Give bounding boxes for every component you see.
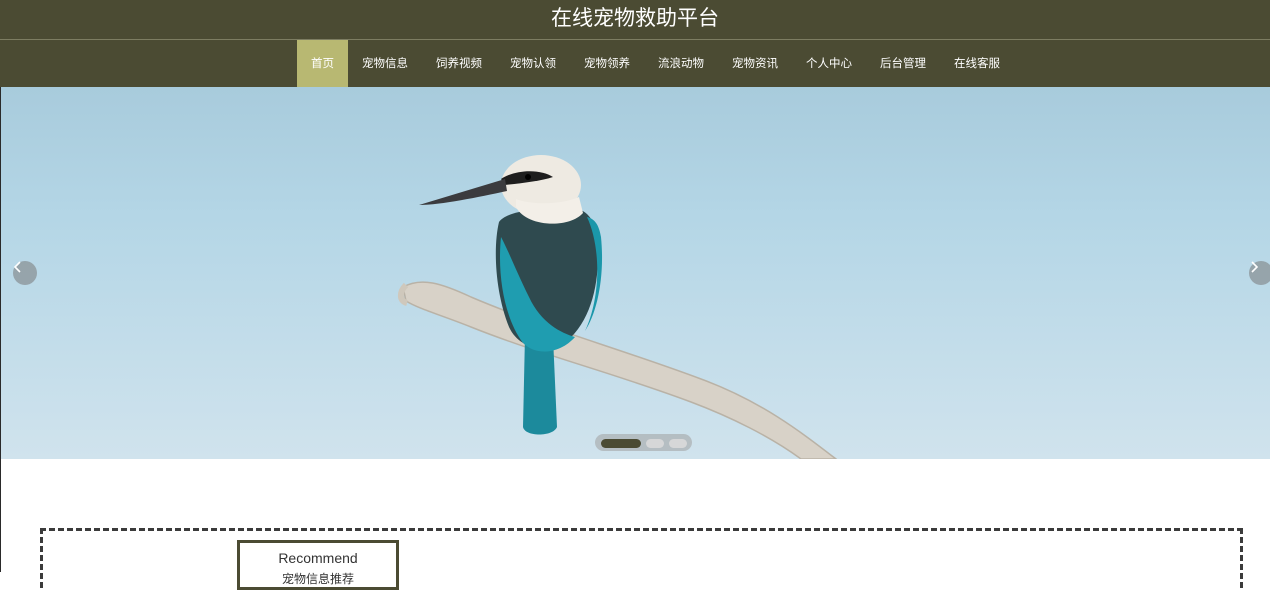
nav-item-feeding-videos[interactable]: 饲养视频 <box>422 40 496 87</box>
chevron-right-icon <box>1251 261 1259 273</box>
nav-item-home[interactable]: 首页 <box>297 40 348 87</box>
carousel-prev-button[interactable] <box>13 261 37 285</box>
bird-beak-shape <box>419 179 507 205</box>
nav-item-admin[interactable]: 后台管理 <box>866 40 940 87</box>
site-header: 在线宠物救助平台 首页 宠物信息 饲养视频 宠物认领 宠物领养 流浪动物 宠物资… <box>0 0 1270 87</box>
recommend-section-frame <box>40 528 1243 588</box>
nav-item-stray-animals[interactable]: 流浪动物 <box>644 40 718 87</box>
main-nav: 首页 宠物信息 饲养视频 宠物认领 宠物领养 流浪动物 宠物资讯 个人中心 后台… <box>297 40 1014 87</box>
chevron-left-icon <box>13 261 21 273</box>
bird-eye-shape <box>525 174 531 180</box>
kingfisher-image <box>397 155 838 459</box>
carousel-indicators <box>595 434 692 451</box>
branch-shape <box>402 281 838 459</box>
carousel-dot-1[interactable] <box>601 439 641 448</box>
carousel-dot-3[interactable] <box>669 439 687 448</box>
recommend-title-en: Recommend <box>278 550 358 566</box>
site-title: 在线宠物救助平台 <box>551 6 719 30</box>
nav-item-pet-claim[interactable]: 宠物认领 <box>496 40 570 87</box>
recommend-section-title: Recommend 宠物信息推荐 <box>237 540 399 590</box>
nav-item-pet-news[interactable]: 宠物资讯 <box>718 40 792 87</box>
nav-item-pet-adoption[interactable]: 宠物领养 <box>570 40 644 87</box>
nav-item-online-service[interactable]: 在线客服 <box>940 40 1014 87</box>
nav-item-personal-center[interactable]: 个人中心 <box>792 40 866 87</box>
nav-item-pet-info[interactable]: 宠物信息 <box>348 40 422 87</box>
carousel-next-button[interactable] <box>1249 261 1270 285</box>
carousel-dot-2[interactable] <box>646 439 664 448</box>
recommend-title-cn: 宠物信息推荐 <box>281 572 354 586</box>
carousel <box>1 87 1270 459</box>
